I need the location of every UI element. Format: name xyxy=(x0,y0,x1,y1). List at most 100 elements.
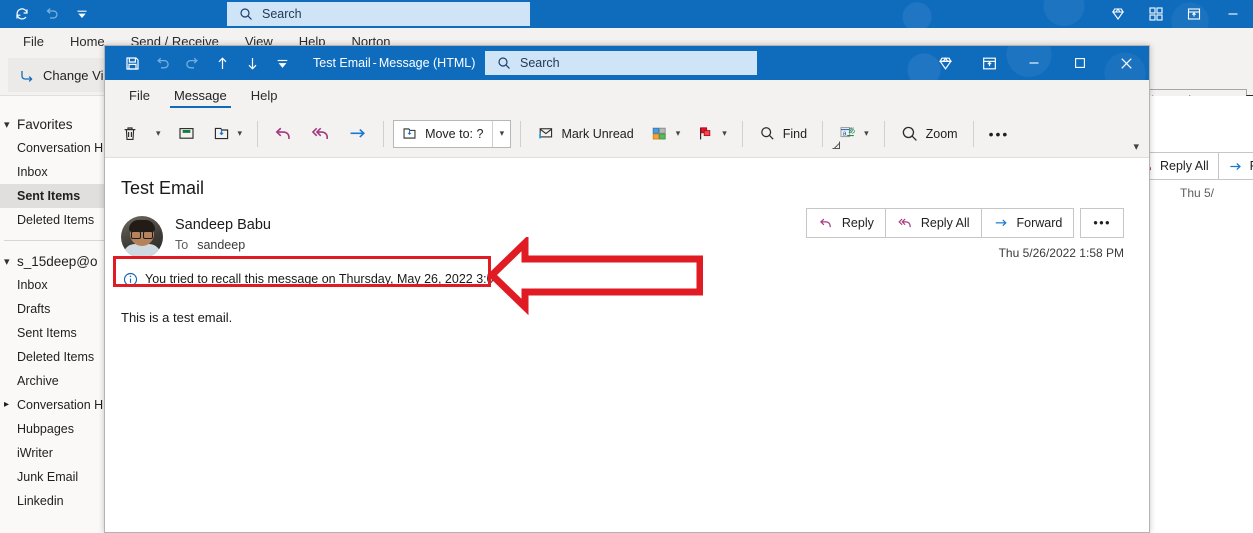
ribbon-separator xyxy=(973,121,974,147)
reply-all-icon xyxy=(310,123,331,144)
refresh-send-receive-icon[interactable] xyxy=(8,2,36,26)
chevron-right-icon: ▸ xyxy=(4,393,15,417)
screen-root: Search Fil xyxy=(0,0,1253,533)
tab-file[interactable]: File xyxy=(117,80,162,110)
message-window-titlebar: Test Email-Message (HTML) Search xyxy=(105,46,1149,80)
info-icon xyxy=(123,272,138,287)
move-to-combobox-main[interactable]: Move to: ? xyxy=(394,121,492,147)
message-window-title-separator: - xyxy=(371,56,379,70)
message-search-placeholder: Search xyxy=(520,56,560,70)
sidebar-item-inbox[interactable]: Inbox xyxy=(0,273,111,297)
sender-name[interactable]: Sandeep Babu xyxy=(175,216,271,235)
collapse-ribbon-icon[interactable]: ▾ xyxy=(1133,140,1139,153)
find-label: Find xyxy=(783,127,807,141)
categorize-button[interactable]: ▾ xyxy=(642,115,689,153)
delete-button[interactable] xyxy=(113,115,147,153)
chevron-down-icon: ▾ xyxy=(4,255,15,268)
zoom-button[interactable]: Zoom xyxy=(892,115,966,153)
main-window-titlebar: Search xyxy=(0,0,1253,28)
forward-icon xyxy=(347,123,368,144)
find-button[interactable]: Find xyxy=(750,115,815,153)
ribbon-separator xyxy=(742,121,743,147)
apps-grid-icon[interactable] xyxy=(1137,0,1175,28)
main-titlebar-right xyxy=(1099,0,1253,28)
chevron-down-icon: ▾ xyxy=(155,128,161,139)
reply-all-button[interactable]: Reply All xyxy=(885,208,981,238)
sidebar-item-linkedin[interactable]: Linkedin xyxy=(0,489,111,513)
move-to-folder-icon xyxy=(212,124,231,143)
follow-up-flag-button[interactable]: ▾ xyxy=(688,115,735,153)
close-button[interactable] xyxy=(1103,46,1149,80)
sidebar-item-sent-items[interactable]: Sent Items xyxy=(0,321,111,345)
next-item-icon[interactable] xyxy=(237,49,267,77)
main-tab-file[interactable]: File xyxy=(10,28,57,56)
main-search-box[interactable]: Search xyxy=(227,2,530,26)
nav-divider xyxy=(4,240,105,241)
redo-icon[interactable] xyxy=(177,49,207,77)
sidebar-item-iwriter[interactable]: iWriter xyxy=(0,441,111,465)
more-commands-button[interactable]: ••• xyxy=(981,115,1018,153)
move-to-combobox[interactable]: Move to: ? ▾ xyxy=(393,120,511,148)
sidebar-item-junk-email[interactable]: Junk Email xyxy=(0,465,111,489)
ribbon-display-options-icon[interactable] xyxy=(967,46,1011,80)
reply-button[interactable]: Reply xyxy=(806,208,885,238)
reply-all-button[interactable] xyxy=(302,115,339,153)
mark-unread-button[interactable]: Mark Unread xyxy=(528,115,641,153)
tab-help[interactable]: Help xyxy=(239,80,290,110)
sidebar-item-inbox-fav[interactable]: Inbox xyxy=(0,160,111,184)
forward-button[interactable] xyxy=(339,115,376,153)
tab-message[interactable]: Message xyxy=(162,80,239,110)
move-to-dropdown-arrow[interactable]: ▾ xyxy=(492,121,510,147)
minimize-button[interactable] xyxy=(1011,46,1057,80)
recall-notice-text: You tried to recall this message on Thur… xyxy=(145,272,526,286)
message-body-text: This is a test email. xyxy=(121,310,232,325)
sidebar-item-drafts[interactable]: Drafts xyxy=(0,297,111,321)
ribbon-display-options-icon[interactable] xyxy=(1175,0,1213,28)
message-timestamp: Thu 5/26/2022 1:58 PM xyxy=(999,246,1124,260)
diamond-icon[interactable] xyxy=(923,46,967,80)
diamond-icon[interactable] xyxy=(1099,0,1137,28)
forward-button[interactable]: Forward xyxy=(981,208,1075,238)
message-quick-access-toolbar xyxy=(105,49,297,77)
maximize-button[interactable] xyxy=(1057,46,1103,80)
sidebar-item-sent-items-fav[interactable]: Sent Items xyxy=(0,184,111,208)
dialog-launcher-icon[interactable] xyxy=(831,140,841,152)
background-message-date: Thu 5/ xyxy=(1180,186,1214,200)
forward-label: Forward xyxy=(1017,216,1063,230)
background-forward-button[interactable]: Fo xyxy=(1218,152,1253,180)
search-icon xyxy=(497,56,511,70)
customize-quick-access-toolbar-icon[interactable] xyxy=(267,49,297,77)
archive-button[interactable] xyxy=(169,115,204,153)
previous-item-icon[interactable] xyxy=(207,49,237,77)
sidebar-item-hubpages[interactable]: Hubpages xyxy=(0,417,111,441)
avatar-shirt xyxy=(123,244,161,258)
sidebar-item-deleted-items[interactable]: Deleted Items xyxy=(0,345,111,369)
delete-dropdown[interactable]: ▾ xyxy=(147,115,169,153)
more-actions-button[interactable]: ••• xyxy=(1080,208,1124,238)
zoom-icon xyxy=(900,124,920,144)
reply-button[interactable] xyxy=(265,115,302,153)
to-value[interactable]: sandeep xyxy=(197,238,245,252)
sidebar-item-deleted-items-fav[interactable]: Deleted Items xyxy=(0,208,111,232)
nav-group-favorites[interactable]: ▾ Favorites xyxy=(0,112,111,136)
forward-icon xyxy=(993,215,1009,231)
undo-icon[interactable] xyxy=(38,2,66,26)
customize-quick-access-toolbar-icon[interactable] xyxy=(68,2,96,26)
sidebar-item-archive[interactable]: Archive xyxy=(0,369,111,393)
message-search-box[interactable]: Search xyxy=(485,51,757,75)
chevron-down-icon: ▾ xyxy=(863,128,869,139)
to-label: To xyxy=(175,238,188,252)
svg-text:あ: あ xyxy=(848,126,856,135)
reply-icon xyxy=(273,123,294,144)
move-to-folder-button[interactable]: ▾ xyxy=(204,115,251,153)
sidebar-item-conversation-history[interactable]: ▸ Conversation H xyxy=(0,393,111,417)
trash-icon xyxy=(121,125,139,143)
reply-all-label: Reply All xyxy=(921,216,970,230)
reply-label: Reply xyxy=(842,216,874,230)
sidebar-item-conversation-history-fav[interactable]: Conversation H xyxy=(0,136,111,160)
undo-icon[interactable] xyxy=(147,49,177,77)
main-search-placeholder: Search xyxy=(262,7,302,21)
save-icon[interactable] xyxy=(117,49,147,77)
minimize-button[interactable] xyxy=(1213,0,1253,28)
nav-group-account[interactable]: ▾ s_15deep@o xyxy=(0,249,111,273)
